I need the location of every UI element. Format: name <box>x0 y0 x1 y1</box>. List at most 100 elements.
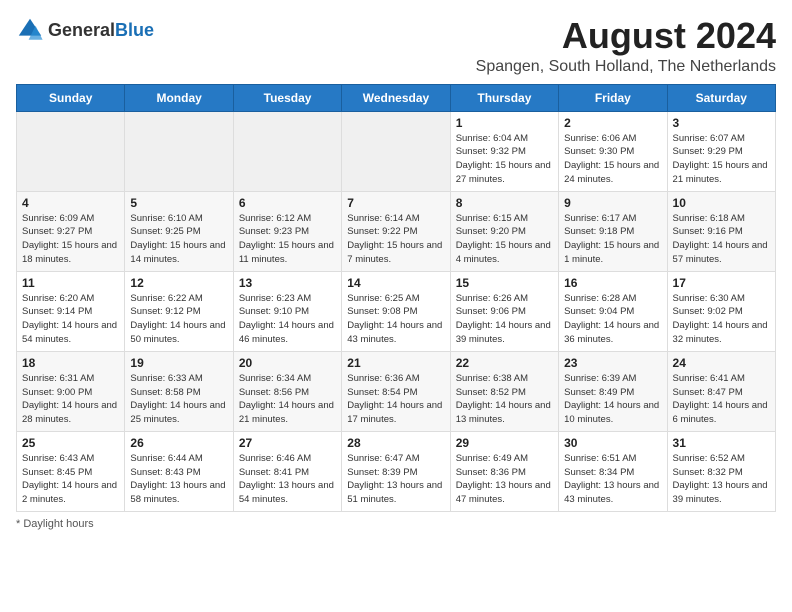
page-header: GeneralBlue August 2024 Spangen, South H… <box>16 16 776 76</box>
day-info: Sunrise: 6:38 AM Sunset: 8:52 PM Dayligh… <box>456 372 553 427</box>
weekday-header-saturday: Saturday <box>667 84 775 111</box>
location: Spangen, South Holland, The Netherlands <box>476 58 776 76</box>
day-number: 4 <box>22 196 119 210</box>
calendar-cell: 16 Sunrise: 6:28 AM Sunset: 9:04 PM Dayli… <box>559 271 667 351</box>
day-info: Sunrise: 6:39 AM Sunset: 8:49 PM Dayligh… <box>564 372 661 427</box>
calendar-cell <box>342 111 450 191</box>
day-number: 15 <box>456 276 553 290</box>
day-info: Sunrise: 6:47 AM Sunset: 8:39 PM Dayligh… <box>347 452 444 507</box>
calendar-cell: 1 Sunrise: 6:04 AM Sunset: 9:32 PM Daylig… <box>450 111 558 191</box>
calendar-cell: 24 Sunrise: 6:41 AM Sunset: 8:47 PM Dayli… <box>667 351 775 431</box>
weekday-header-wednesday: Wednesday <box>342 84 450 111</box>
calendar-week-1: 1 Sunrise: 6:04 AM Sunset: 9:32 PM Daylig… <box>17 111 776 191</box>
day-info: Sunrise: 6:14 AM Sunset: 9:22 PM Dayligh… <box>347 212 444 267</box>
day-info: Sunrise: 6:06 AM Sunset: 9:30 PM Dayligh… <box>564 132 661 187</box>
day-number: 27 <box>239 436 336 450</box>
day-number: 17 <box>673 276 770 290</box>
day-number: 9 <box>564 196 661 210</box>
calendar-cell <box>125 111 233 191</box>
day-info: Sunrise: 6:10 AM Sunset: 9:25 PM Dayligh… <box>130 212 227 267</box>
day-info: Sunrise: 6:33 AM Sunset: 8:58 PM Dayligh… <box>130 372 227 427</box>
day-info: Sunrise: 6:28 AM Sunset: 9:04 PM Dayligh… <box>564 292 661 347</box>
calendar-cell: 10 Sunrise: 6:18 AM Sunset: 9:16 PM Dayli… <box>667 191 775 271</box>
calendar-cell: 8 Sunrise: 6:15 AM Sunset: 9:20 PM Daylig… <box>450 191 558 271</box>
calendar-cell: 9 Sunrise: 6:17 AM Sunset: 9:18 PM Daylig… <box>559 191 667 271</box>
day-number: 28 <box>347 436 444 450</box>
day-number: 13 <box>239 276 336 290</box>
calendar-cell: 30Sunrise: 6:51 AM Sunset: 8:34 PM Dayli… <box>559 431 667 511</box>
calendar-cell: 28 Sunrise: 6:47 AM Sunset: 8:39 PM Dayli… <box>342 431 450 511</box>
logo: GeneralBlue <box>16 16 154 44</box>
day-number: 23 <box>564 356 661 370</box>
calendar-cell <box>233 111 341 191</box>
day-number: 24 <box>673 356 770 370</box>
day-number: 31 <box>673 436 770 450</box>
calendar-cell: 21 Sunrise: 6:36 AM Sunset: 8:54 PM Dayli… <box>342 351 450 431</box>
day-number: 29 <box>456 436 553 450</box>
day-info: Sunrise: 6:18 AM Sunset: 9:16 PM Dayligh… <box>673 212 770 267</box>
day-info: Sunrise: 6:51 AM Sunset: 8:34 PM Dayligh… <box>564 452 661 507</box>
weekday-header-friday: Friday <box>559 84 667 111</box>
logo-general: General <box>48 20 115 40</box>
day-number: 3 <box>673 116 770 130</box>
day-info: Sunrise: 6:22 AM Sunset: 9:12 PM Dayligh… <box>130 292 227 347</box>
day-number: 21 <box>347 356 444 370</box>
day-number: 2 <box>564 116 661 130</box>
day-info: Sunrise: 6:15 AM Sunset: 9:20 PM Dayligh… <box>456 212 553 267</box>
day-info: Sunrise: 6:09 AM Sunset: 9:27 PM Dayligh… <box>22 212 119 267</box>
day-info: Sunrise: 6:34 AM Sunset: 8:56 PM Dayligh… <box>239 372 336 427</box>
calendar-cell: 4 Sunrise: 6:09 AM Sunset: 9:27 PM Daylig… <box>17 191 125 271</box>
calendar-cell: 11 Sunrise: 6:20 AM Sunset: 9:14 PM Dayli… <box>17 271 125 351</box>
logo-icon <box>16 16 44 44</box>
day-number: 1 <box>456 116 553 130</box>
day-number: 6 <box>239 196 336 210</box>
weekday-header-monday: Monday <box>125 84 233 111</box>
day-number: 18 <box>22 356 119 370</box>
weekday-header-sunday: Sunday <box>17 84 125 111</box>
footer-note: * Daylight hours <box>16 518 776 530</box>
day-info: Sunrise: 6:04 AM Sunset: 9:32 PM Dayligh… <box>456 132 553 187</box>
day-info: Sunrise: 6:44 AM Sunset: 8:43 PM Dayligh… <box>130 452 227 507</box>
calendar-week-5: 25Sunrise: 6:43 AM Sunset: 8:45 PM Dayli… <box>17 431 776 511</box>
month-year: August 2024 <box>476 16 776 56</box>
day-info: Sunrise: 6:12 AM Sunset: 9:23 PM Dayligh… <box>239 212 336 267</box>
calendar-cell: 27 Sunrise: 6:46 AM Sunset: 8:41 PM Dayli… <box>233 431 341 511</box>
title-section: August 2024 Spangen, South Holland, The … <box>476 16 776 76</box>
calendar-cell: 19Sunrise: 6:33 AM Sunset: 8:58 PM Dayli… <box>125 351 233 431</box>
calendar-cell: 5Sunrise: 6:10 AM Sunset: 9:25 PM Daylig… <box>125 191 233 271</box>
day-number: 22 <box>456 356 553 370</box>
day-info: Sunrise: 6:36 AM Sunset: 8:54 PM Dayligh… <box>347 372 444 427</box>
day-number: 16 <box>564 276 661 290</box>
day-number: 26 <box>130 436 227 450</box>
calendar-cell: 15 Sunrise: 6:26 AM Sunset: 9:06 PM Dayli… <box>450 271 558 351</box>
day-number: 8 <box>456 196 553 210</box>
day-info: Sunrise: 6:17 AM Sunset: 9:18 PM Dayligh… <box>564 212 661 267</box>
calendar-cell: 3 Sunrise: 6:07 AM Sunset: 9:29 PM Daylig… <box>667 111 775 191</box>
day-number: 20 <box>239 356 336 370</box>
day-info: Sunrise: 6:07 AM Sunset: 9:29 PM Dayligh… <box>673 132 770 187</box>
day-number: 11 <box>22 276 119 290</box>
calendar-cell: 2 Sunrise: 6:06 AM Sunset: 9:30 PM Daylig… <box>559 111 667 191</box>
calendar-table: SundayMondayTuesdayWednesdayThursdayFrid… <box>16 84 776 512</box>
day-info: Sunrise: 6:46 AM Sunset: 8:41 PM Dayligh… <box>239 452 336 507</box>
calendar-cell: 29Sunrise: 6:49 AM Sunset: 8:36 PM Dayli… <box>450 431 558 511</box>
calendar-week-4: 18Sunrise: 6:31 AM Sunset: 9:00 PM Dayli… <box>17 351 776 431</box>
day-info: Sunrise: 6:20 AM Sunset: 9:14 PM Dayligh… <box>22 292 119 347</box>
day-number: 14 <box>347 276 444 290</box>
calendar-cell: 25Sunrise: 6:43 AM Sunset: 8:45 PM Dayli… <box>17 431 125 511</box>
weekday-header-thursday: Thursday <box>450 84 558 111</box>
calendar-cell: 7 Sunrise: 6:14 AM Sunset: 9:22 PM Daylig… <box>342 191 450 271</box>
calendar-cell: 26 Sunrise: 6:44 AM Sunset: 8:43 PM Dayli… <box>125 431 233 511</box>
calendar-header: SundayMondayTuesdayWednesdayThursdayFrid… <box>17 84 776 111</box>
day-number: 7 <box>347 196 444 210</box>
day-info: Sunrise: 6:41 AM Sunset: 8:47 PM Dayligh… <box>673 372 770 427</box>
calendar-cell: 23 Sunrise: 6:39 AM Sunset: 8:49 PM Dayli… <box>559 351 667 431</box>
calendar-week-3: 11 Sunrise: 6:20 AM Sunset: 9:14 PM Dayli… <box>17 271 776 351</box>
day-number: 10 <box>673 196 770 210</box>
calendar-cell: 6 Sunrise: 6:12 AM Sunset: 9:23 PM Daylig… <box>233 191 341 271</box>
logo-blue: Blue <box>115 20 154 40</box>
day-info: Sunrise: 6:30 AM Sunset: 9:02 PM Dayligh… <box>673 292 770 347</box>
day-info: Sunrise: 6:26 AM Sunset: 9:06 PM Dayligh… <box>456 292 553 347</box>
calendar-cell: 13Sunrise: 6:23 AM Sunset: 9:10 PM Dayli… <box>233 271 341 351</box>
calendar-week-2: 4 Sunrise: 6:09 AM Sunset: 9:27 PM Daylig… <box>17 191 776 271</box>
